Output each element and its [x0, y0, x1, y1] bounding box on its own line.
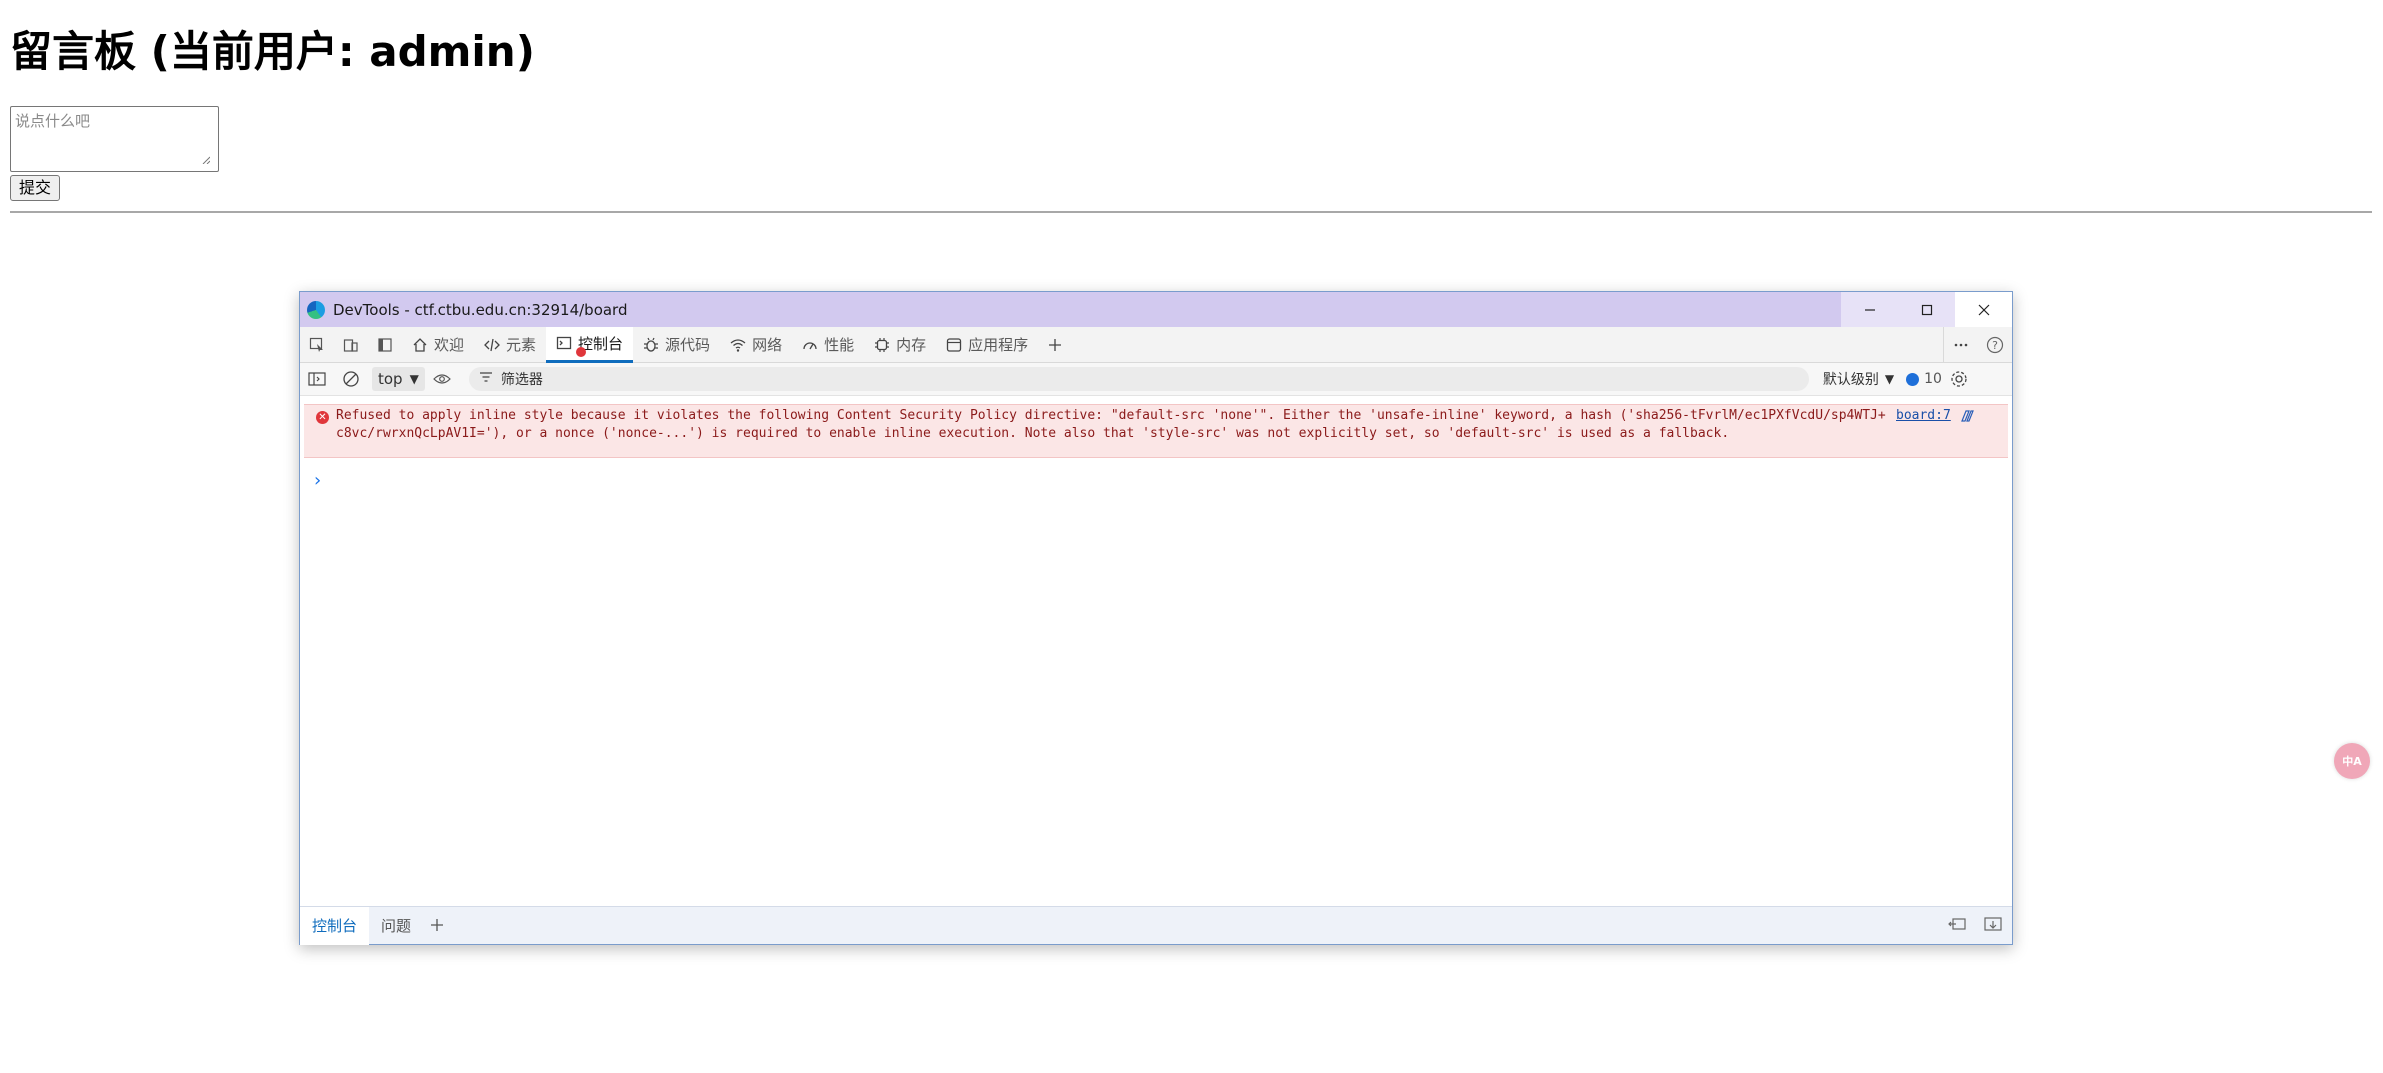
- tab-label: 性能: [824, 336, 855, 354]
- wifi-icon: [730, 337, 746, 353]
- console-sidebar-icon[interactable]: [300, 361, 334, 397]
- copilot-explain-icon[interactable]: [1959, 408, 1975, 429]
- tab-welcome[interactable]: 欢迎: [402, 327, 474, 363]
- code-icon: [484, 337, 500, 353]
- close-icon: [1978, 304, 1989, 315]
- console-settings-gear-icon[interactable]: [1942, 361, 1976, 397]
- devtools-window: DevTools - ctf.ctbu.edu.cn:32914/board 欢…: [299, 291, 2013, 945]
- filter-placeholder: 筛选器: [500, 372, 543, 388]
- close-button[interactable]: [1955, 292, 2012, 327]
- tab-network[interactable]: 网络: [720, 327, 792, 363]
- maximize-button[interactable]: [1898, 292, 1955, 327]
- tab-label: 网络: [752, 336, 783, 354]
- tab-label: 欢迎: [434, 336, 465, 354]
- window-controls: [1841, 292, 2012, 327]
- window-title: DevTools - ctf.ctbu.edu.cn:32914/board: [333, 300, 628, 319]
- translate-badge-icon[interactable]: 中A: [2334, 743, 2370, 779]
- add-tab-icon[interactable]: [1038, 327, 1072, 363]
- drawer-tab-console[interactable]: 控制台: [300, 906, 370, 945]
- tab-label: 内存: [896, 336, 927, 354]
- collapse-drawer-icon[interactable]: [1984, 916, 2002, 936]
- resize-grip-icon[interactable]: [202, 156, 210, 164]
- issues-counter[interactable]: 10: [1906, 371, 1942, 387]
- edge-logo-icon: [307, 300, 325, 319]
- drawer-controls: [1948, 907, 2002, 945]
- tab-label: 应用程序: [968, 336, 1029, 354]
- message-textarea[interactable]: [10, 106, 219, 172]
- drawer-tab-label: 控制台: [312, 917, 358, 935]
- home-icon: [412, 337, 428, 353]
- issues-count: 10: [1924, 371, 1942, 387]
- sidebar-toggle-icon[interactable]: [368, 327, 402, 363]
- minimize-icon: [1864, 308, 1875, 311]
- tab-label: 元素: [506, 336, 537, 354]
- tab-sources[interactable]: 源代码: [633, 327, 720, 363]
- filter-input[interactable]: 筛选器: [468, 367, 1809, 391]
- help-icon[interactable]: ?: [1978, 327, 2012, 363]
- console-error-message: ✕ Refused to apply inline style because …: [304, 404, 2008, 458]
- chevron-down-icon: ▼: [409, 372, 419, 386]
- console-toolbar: top ▼ 筛选器 默认级别 ▼ 10: [300, 363, 2012, 396]
- tab-console[interactable]: 控制台: [546, 326, 634, 363]
- svg-text:?: ?: [1992, 339, 1998, 352]
- context-select-value: top: [378, 370, 403, 388]
- chip-icon: [874, 337, 890, 353]
- console-prompt-icon[interactable]: ›: [314, 470, 321, 491]
- chevron-down-icon: ▼: [1884, 372, 1895, 386]
- error-icon: ✕: [316, 411, 329, 424]
- more-options-icon[interactable]: [1944, 327, 1978, 363]
- tab-application[interactable]: 应用程序: [936, 327, 1038, 363]
- tab-elements[interactable]: 元素: [474, 327, 546, 363]
- tab-performance[interactable]: 性能: [792, 327, 864, 363]
- horizontal-divider: [10, 211, 2372, 213]
- app-window-icon: [946, 337, 962, 353]
- drawer-tab-label: 问题: [381, 917, 412, 935]
- page-title: 留言板 (当前用户: admin): [10, 27, 535, 76]
- live-expression-eye-icon[interactable]: [425, 361, 459, 397]
- gauge-icon: [802, 337, 818, 353]
- minimize-button[interactable]: [1841, 292, 1898, 327]
- filter-icon: [479, 371, 493, 387]
- dock-drawer-icon[interactable]: [1948, 916, 1966, 936]
- log-level-value: 默认级别: [1822, 372, 1879, 388]
- tab-memory[interactable]: 内存: [864, 327, 936, 363]
- drawer-add-tab-icon[interactable]: [429, 914, 445, 938]
- bug-icon: [643, 337, 659, 353]
- console-icon: [556, 335, 572, 351]
- drawer-tab-issues[interactable]: 问题: [369, 907, 423, 945]
- device-emulation-icon[interactable]: [334, 327, 368, 363]
- maximize-icon: [1921, 304, 1932, 315]
- tab-label: 源代码: [665, 336, 711, 354]
- devtools-toolbar: 欢迎 元素 控制台 源代码 网络 性能 内存 应用程序 ?: [300, 326, 2012, 363]
- context-select[interactable]: top ▼: [372, 367, 425, 391]
- devtools-titlebar[interactable]: DevTools - ctf.ctbu.edu.cn:32914/board: [300, 292, 2012, 327]
- drawer-bar: 控制台 问题: [300, 906, 2012, 945]
- log-level-select[interactable]: 默认级别 ▼: [1823, 369, 1894, 389]
- page: 留言板 (当前用户: admin) 提交 中A DevTools - ctf.c…: [0, 0, 2383, 1073]
- error-message-text: Refused to apply inline style because it…: [336, 408, 1886, 441]
- submit-button[interactable]: 提交: [10, 175, 61, 201]
- toolbar-right: ?: [1943, 327, 2012, 363]
- clear-console-icon[interactable]: [334, 361, 368, 397]
- translate-badge-label: 中A: [2342, 755, 2362, 768]
- error-indicator-icon: [576, 346, 587, 357]
- source-link[interactable]: board:7: [1896, 407, 1951, 425]
- inspect-element-icon[interactable]: [300, 327, 334, 363]
- issues-bubble-icon: [1906, 372, 1920, 386]
